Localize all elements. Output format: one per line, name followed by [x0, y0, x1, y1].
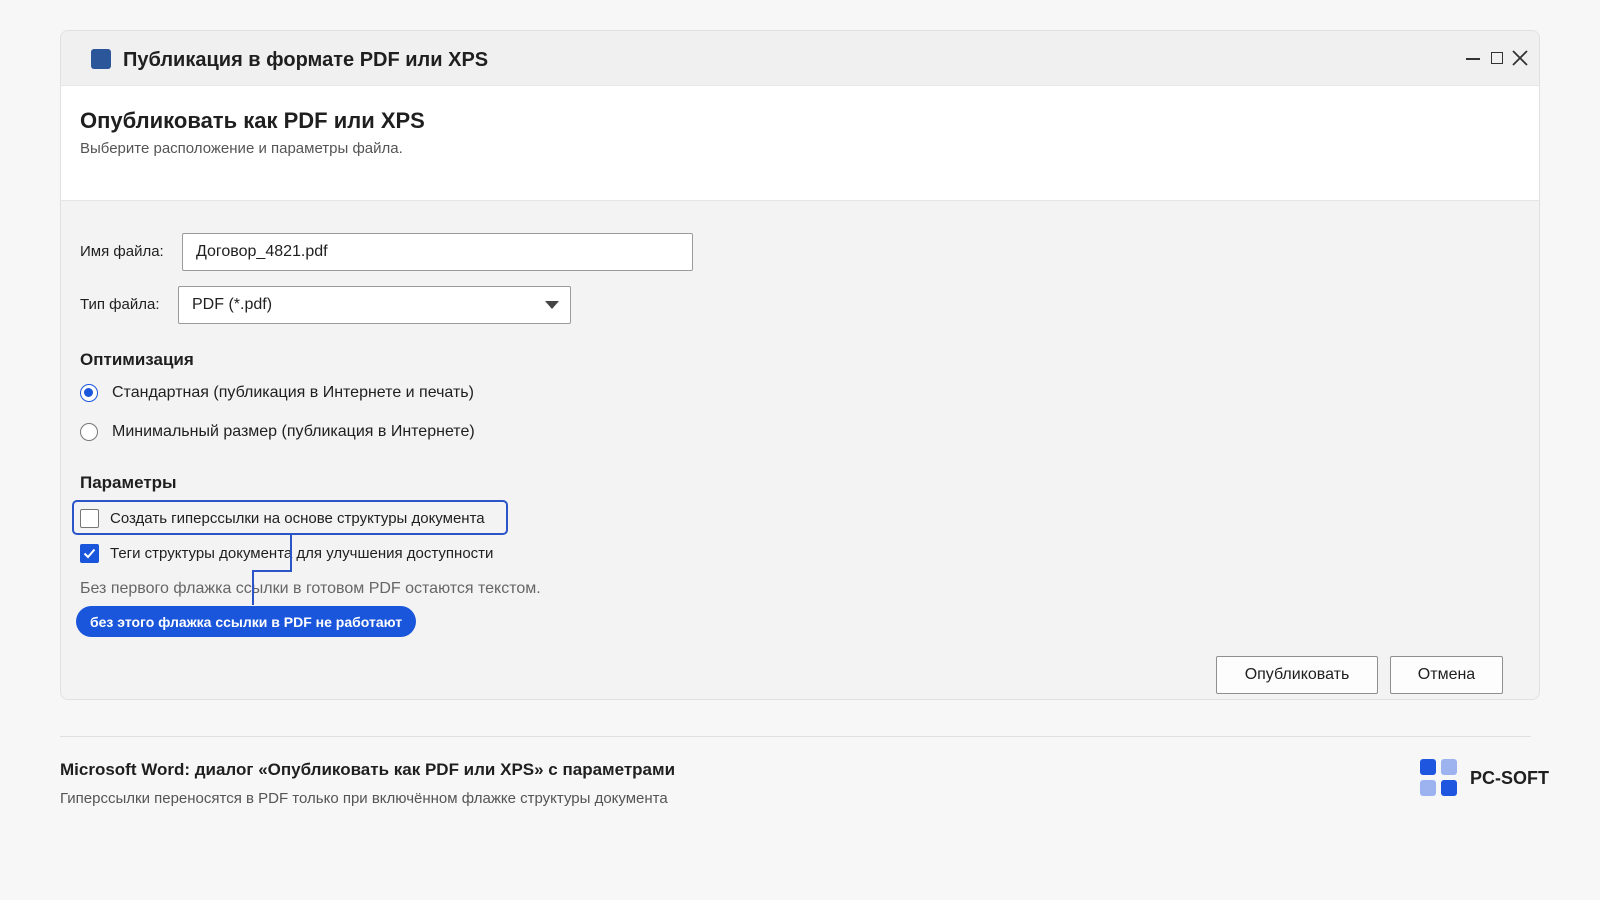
- dialog-header: Опубликовать как PDF или XPS Выберите ра…: [61, 86, 1539, 201]
- cancel-button[interactable]: Отмена: [1390, 656, 1503, 694]
- publish-button[interactable]: Опубликовать: [1216, 656, 1378, 694]
- caption-title: Microsoft Word: диалог «Опубликовать как…: [60, 760, 676, 779]
- brand-logo-block: PC-SOFT: [1420, 758, 1549, 798]
- maximize-icon[interactable]: [1486, 45, 1508, 71]
- window-title: Публикация в формате PDF или XPS: [123, 49, 489, 71]
- brand-name: PC-SOFT: [1470, 767, 1549, 788]
- close-icon[interactable]: [1509, 45, 1531, 71]
- footer-divider: [60, 736, 1531, 737]
- dialog-subtitle: Выберите расположение и параметры файла.: [80, 140, 403, 157]
- dialog-body: Имя файла: Тип файла: PDF (*.pdf) Оптими…: [61, 201, 1539, 699]
- callout-annotation: без этого флажка ссылки в PDF не работаю…: [76, 606, 417, 637]
- callout-connector-line: [252, 535, 292, 605]
- word-app-icon: [91, 49, 111, 69]
- caption-subtitle: Гиперссылки переносятся в PDF только при…: [60, 790, 668, 807]
- minimize-icon[interactable]: [1461, 45, 1485, 71]
- dialog-heading: Опубликовать как PDF или XPS: [80, 108, 425, 133]
- chevron-down-icon: [545, 301, 559, 309]
- publish-dialog-window: Публикация в формате PDF или XPS Опублик…: [60, 30, 1540, 700]
- brand-grid-icon: [1420, 759, 1458, 797]
- title-bar[interactable]: Публикация в формате PDF или XPS: [61, 31, 1539, 86]
